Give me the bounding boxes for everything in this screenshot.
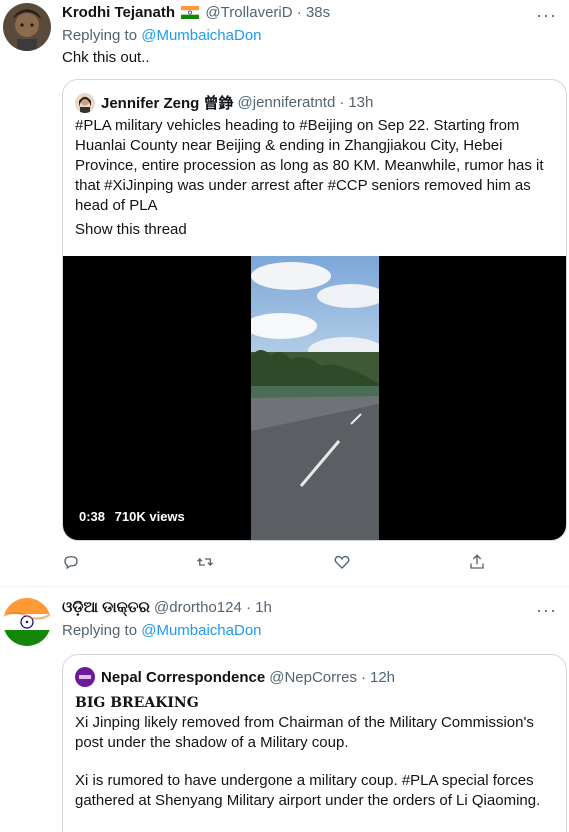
video-player[interactable]: 0:38 710K views [63,256,566,540]
video-stats: 0:38 710K views [79,509,185,524]
replying-handle[interactable]: @MumbaichaDon [141,622,261,639]
retweet-icon[interactable] [196,553,216,573]
quote-author-name[interactable]: Nepal Correspondence [101,669,265,686]
timestamp[interactable]: 38s [306,4,330,21]
quoted-tweet[interactable]: Jennifer Zeng 曾錚 @jenniferatntd · 13h #P… [62,79,567,541]
video-duration: 0:38 [79,509,106,524]
replying-handle[interactable]: @MumbaichaDon [141,27,261,44]
separator: · [296,4,302,21]
reply-icon[interactable] [62,553,82,573]
avatar[interactable] [3,3,51,51]
quote-headline: BIG BREAKING [75,695,199,711]
author-name[interactable]: ଓଡ଼ିଆ ଡାକ୍ତର [62,599,150,616]
replying-label: Replying to [62,622,138,639]
more-icon[interactable]: ··· [536,6,557,24]
tweet-header: Krodhi Tejanath @TrollaveriD · 38s [62,4,330,23]
separator: · [339,94,345,111]
quote-paragraph-1: Xi Jinping likely removed from Chairman … [75,714,534,751]
quote-text: #PLA military vehicles heading to #Beiji… [75,117,544,214]
show-thread-link[interactable]: Show this thread [75,220,187,240]
share-icon[interactable] [468,553,488,573]
separator: · [360,668,366,686]
quote-author-handle[interactable]: @NepCorres [269,669,357,686]
video-views: 710K views [114,509,185,524]
quote-avatar [75,667,95,687]
quote-timestamp[interactable]: 13h [348,94,373,111]
quote-author-name[interactable]: Jennifer Zeng 曾錚 [101,92,234,113]
author-name[interactable]: Krodhi Tejanath [62,4,175,21]
video-frame [251,256,379,540]
tweet-text: Chk this out.. [62,49,150,66]
replying-label: Replying to [62,27,138,44]
more-icon[interactable]: ··· [536,601,557,619]
quote-author-handle[interactable]: @jenniferatntd [238,94,336,111]
quote-timestamp[interactable]: 12h [370,669,395,686]
tweet-2[interactable]: ଓଡ଼ିଆ ଡାକ୍ତର @drortho124 · 1h ··· Replyi… [0,587,569,832]
tweet-header: ଓଡ଼ିଆ ଡାକ୍ତର @drortho124 · 1h [62,599,272,616]
quote-avatar [75,92,95,113]
quote-paragraph-2: Xi is rumored to have undergone a milita… [75,772,541,809]
replying-to: Replying to @MumbaichaDon [62,622,262,639]
timestamp[interactable]: 1h [255,599,272,616]
india-flag-icon [181,6,200,23]
quote-header: Nepal Correspondence @NepCorres · 12h [75,667,395,687]
tweet-actions [62,553,502,573]
replying-to: Replying to @MumbaichaDon [62,27,262,44]
like-icon[interactable] [333,553,353,573]
quote-header: Jennifer Zeng 曾錚 @jenniferatntd · 13h [75,92,373,113]
separator: · [245,599,251,616]
author-handle[interactable]: @drortho124 [154,599,242,616]
quoted-tweet[interactable]: Nepal Correspondence @NepCorres · 12h BI… [62,654,567,832]
tweet-1[interactable]: Krodhi Tejanath @TrollaveriD · 38s ··· R… [0,0,569,585]
author-handle[interactable]: @TrollaveriD [205,4,292,21]
avatar[interactable] [3,598,51,646]
